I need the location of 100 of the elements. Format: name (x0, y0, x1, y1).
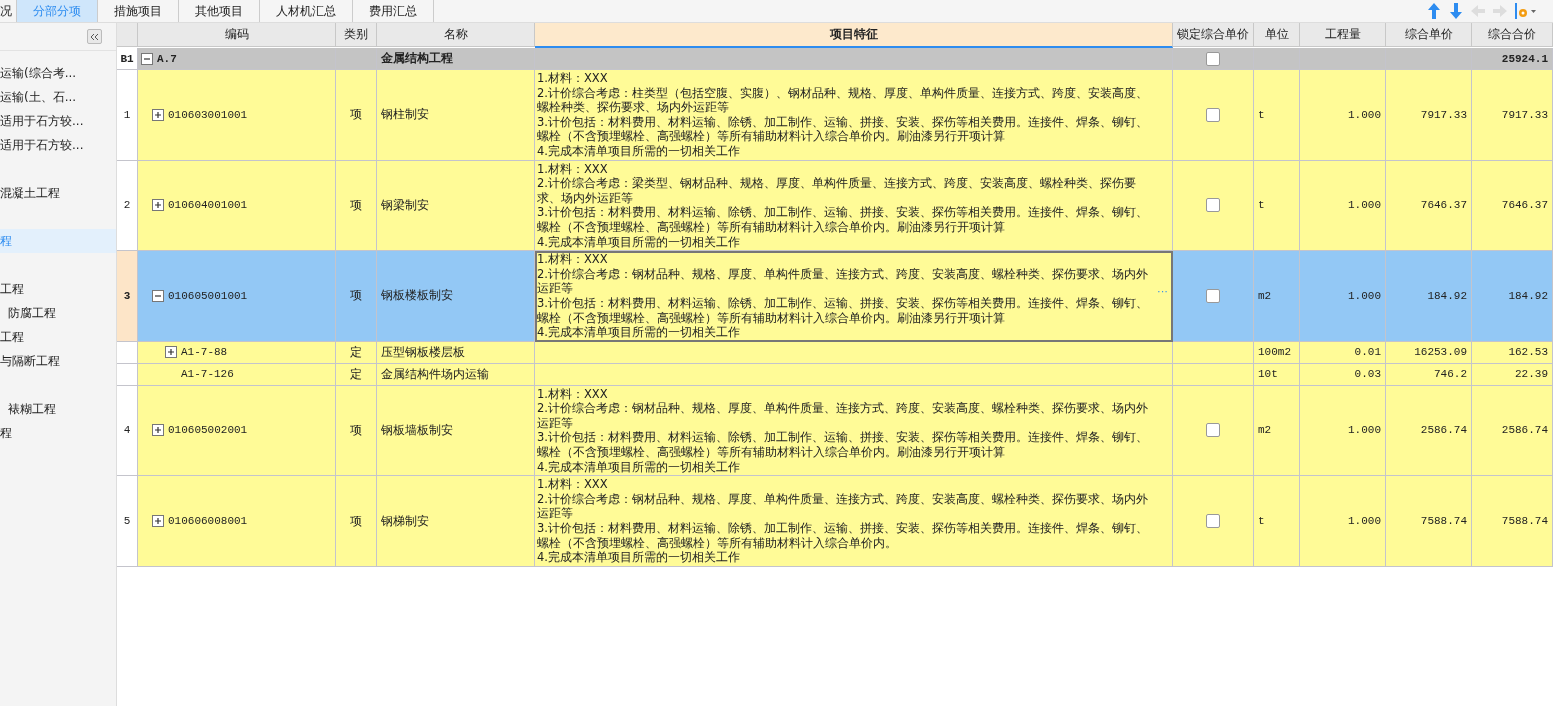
code-text: A1-7-126 (181, 368, 234, 381)
table-cell: 定 (336, 341, 377, 364)
table-cell: 7917.33 (1472, 70, 1553, 161)
column-header: 类别 (336, 23, 377, 47)
row-number: 2 (117, 160, 138, 252)
table-cell: m2 (1254, 251, 1300, 342)
plus-toggle-icon[interactable] (152, 424, 164, 437)
row-number: B1 (117, 48, 138, 70)
code-text: 010606008001 (168, 515, 248, 528)
code-text: A.7 (157, 52, 177, 65)
tree-item[interactable]: 运输(土、石... (0, 85, 116, 109)
row-number: 4 (117, 385, 138, 477)
table-cell: t (1254, 160, 1300, 252)
gear-dropdown-icon[interactable] (1515, 3, 1537, 19)
code-text: 010605002001 (168, 424, 248, 437)
column-header: 锁定综合单价 (1173, 23, 1254, 47)
table-cell: 7646.37 (1472, 160, 1553, 252)
tree-item[interactable]: 工程 (0, 277, 116, 301)
feature-text: 1.材料：XXX 2.计价综合考虑：钢材品种、规格、厚度、单构件质量、连接方式、跨度、安装高度、螺栓种类、探伤要求、场内外运距等 3.计价包括：材料费用、材料运输、除锈、加工制作、运输、拼接、安装、探伤等相关费用。连接件、焊条、铆钉、螺栓（不含预埋螺栓、高强螺栓）等所有辅助材料计入综合单价内。刷油漆另行开项计算 4.完成本清单项目所需的一切相关工作 (537, 386, 1148, 474)
code-text: 010604001001 (168, 199, 248, 212)
tab[interactable]: 况 (0, 0, 17, 22)
tree-item[interactable]: 程 (0, 421, 116, 445)
column-header: 工程量 (1300, 23, 1386, 47)
table-cell: 7588.74 (1472, 476, 1553, 567)
table-cell: 746.2 (1386, 363, 1472, 386)
plus-toggle-icon[interactable] (152, 108, 164, 121)
minus-toggle-icon[interactable] (141, 52, 153, 65)
code-text: 010603001001 (168, 108, 248, 121)
column-header: 名称 (377, 23, 535, 47)
table-cell: 项 (336, 476, 377, 567)
table-cell: 钢板楼板制安 (377, 251, 535, 342)
lock-checkbox[interactable] (1206, 423, 1220, 438)
tree-item[interactable]: 裱糊工程 (0, 397, 116, 421)
lock-checkbox[interactable] (1206, 107, 1220, 122)
table-cell: 金属结构工程 (377, 48, 535, 70)
plus-toggle-icon[interactable] (152, 515, 164, 528)
table-cell: 22.39 (1472, 363, 1553, 386)
table-cell: 压型钢板楼层板 (377, 341, 535, 364)
table-cell: 16253.09 (1386, 341, 1472, 364)
table-cell: 定 (336, 363, 377, 386)
table-cell: 1.000 (1300, 160, 1386, 252)
table-cell: 184.92 (1472, 251, 1553, 342)
row-number: 3 (117, 251, 138, 342)
row-number: 5 (117, 476, 138, 567)
table-cell: 金属结构件场内运输 (377, 363, 535, 386)
column-header: 综合合价 (1472, 23, 1553, 47)
table-cell: 项 (336, 251, 377, 342)
table-cell: 25924.1 (1472, 48, 1553, 70)
up-arrow-icon[interactable] (1427, 3, 1441, 19)
table-cell: 1.000 (1300, 70, 1386, 161)
table-cell: m2 (1254, 385, 1300, 477)
lock-checkbox[interactable] (1206, 198, 1220, 213)
table-cell: 钢柱制安 (377, 70, 535, 161)
table-cell: t (1254, 476, 1300, 567)
table-cell: 7588.74 (1386, 476, 1472, 567)
table-cell: 项 (336, 160, 377, 252)
code-text: A1-7-88 (181, 346, 228, 359)
double-chevron-icon (90, 32, 99, 41)
table-cell: 钢梯制安 (377, 476, 535, 567)
tree-item[interactable]: 运输(综合考... (0, 61, 116, 85)
table-cell: 1.000 (1300, 476, 1386, 567)
table-cell: 2586.74 (1472, 385, 1553, 477)
lock-checkbox[interactable] (1206, 288, 1220, 303)
plus-toggle-icon[interactable] (152, 199, 164, 212)
table-cell: 184.92 (1386, 251, 1472, 342)
row-number: 1 (117, 70, 138, 161)
tree-item[interactable]: 适用于石方较... (0, 109, 116, 133)
table-cell: 0.03 (1300, 363, 1386, 386)
code-text: 010605001001 (168, 289, 248, 302)
lock-checkbox[interactable] (1206, 514, 1220, 529)
column-header: 项目特征 (535, 23, 1173, 48)
column-header: 单位 (1254, 23, 1300, 47)
table-cell: 钢板墙板制安 (377, 385, 535, 477)
tree-item[interactable]: 适用于石方较... (0, 133, 116, 157)
column-header: 编码 (138, 23, 336, 47)
lock-checkbox[interactable] (1206, 51, 1220, 66)
minus-toggle-icon[interactable] (152, 289, 164, 302)
feature-text: 1.材料：XXX 2.计价综合考虑：柱类型（包括空腹、实腹）、钢材品种、规格、厚度、单构件质量、连接方式、跨度、安装高度、螺栓种类、探伤要求、场内外运距等 3.计价包括：材料费用、材料运输、除锈、加工制作、运输、拼接、安装、探伤等相关费用。连接件、焊条、铆钉、螺栓（不含预埋螺栓、高强螺栓）等所有辅助材料计入综合单价内。刷油漆另行开项计算 4.完成本清单项目所需的一切相关工作 (537, 71, 1148, 158)
table-cell: 0.01 (1300, 341, 1386, 364)
tree-item[interactable]: 工程 (0, 325, 116, 349)
table-cell: 项 (336, 385, 377, 477)
table-cell: t (1254, 70, 1300, 161)
table-cell: 10t (1254, 363, 1300, 386)
down-arrow-icon[interactable] (1449, 3, 1463, 19)
feature-text: 1.材料：XXX 2.计价综合考虑：钢材品种、规格、厚度、单构件质量、连接方式、跨度、安装高度、螺栓种类、探伤要求、场内外运距等 3.计价包括：材料费用、材料运输、除锈、加工制作、运输、拼接、安装、探伤等相关费用。连接件、焊条、铆钉、螺栓（不含预埋螺栓、高强螺栓）等所有辅助材料计入综合单价内。 4.完成本清单项目所需的一切相关工作 (537, 477, 1148, 565)
column-header: 综合单价 (1386, 23, 1472, 47)
table-cell: 100m2 (1254, 341, 1300, 364)
table-cell: 1.000 (1300, 251, 1386, 342)
table-cell: 钢梁制安 (377, 160, 535, 252)
table-cell: 2586.74 (1386, 385, 1472, 477)
table-cell: 7917.33 (1386, 70, 1472, 161)
feature-text: 1.材料：XXX 2.计价综合考虑：梁类型、钢材品种、规格、厚度、单构件质量、连接方式、跨度、安装高度、螺栓种类、探伤要求、场内外运距等 3.计价包括：材料费用、材料运输、除锈、加工制作、运输、拼接、安装、探伤等相关费用。连接件、焊条、铆钉、螺栓（不含预埋螺栓、高强螺栓）等所有辅助材料计入综合单价内。刷油漆另行开项计算 4.完成本清单项目所需的一切相关工作 (537, 161, 1148, 249)
table-cell: 项 (336, 70, 377, 161)
plus-toggle-icon[interactable] (165, 346, 177, 359)
tree-item[interactable]: 与隔断工程 (0, 349, 116, 373)
tree-item[interactable]: 防腐工程 (0, 301, 116, 325)
tree-item[interactable]: 混凝土工程 (0, 181, 116, 205)
feature-text: 1.材料：XXX 2.计价综合考虑：钢材品种、规格、厚度、单构件质量、连接方式、跨度、安装高度、螺栓种类、探伤要求、场内外运距等 3.计价包括：材料费用、材料运输、除锈、加工制作、运输、拼接、安装、探伤等相关费用。连接件、焊条、铆钉、螺栓（不含预埋螺栓、高强螺栓）等所有辅助材料计入综合单价内。刷油漆另行开项计算 4.完成本清单项目所需的一切相关工作 (537, 252, 1148, 340)
collapse-panel-button[interactable] (87, 29, 102, 44)
table-cell: 7646.37 (1386, 160, 1472, 252)
